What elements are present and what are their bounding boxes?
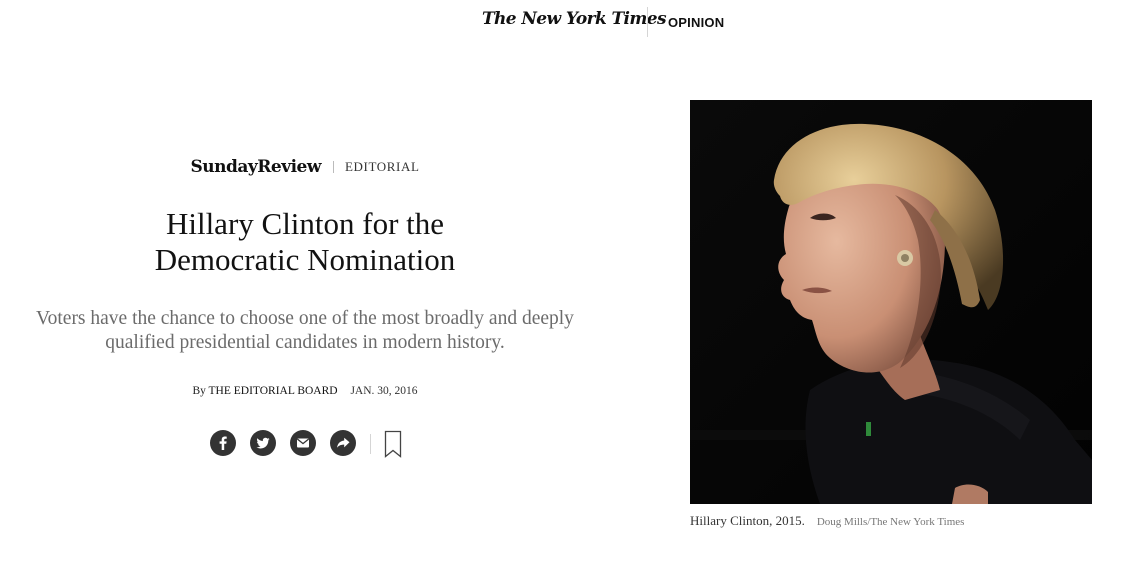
kicker-divider (333, 161, 335, 173)
bookmark-icon (384, 430, 402, 458)
sunday-review-link[interactable]: SundayReview (191, 157, 322, 177)
hillary-clinton-portrait (690, 100, 1092, 504)
article-photo[interactable] (690, 100, 1092, 504)
caption-text: Hillary Clinton, 2015. (690, 513, 805, 528)
twitter-share-button[interactable] (250, 430, 276, 456)
facebook-icon (219, 436, 227, 450)
article-headline: Hillary Clinton for the Democratic Nomin… (154, 206, 456, 277)
tools-divider (370, 434, 371, 454)
article-summary: Voters have the chance to choose one of … (36, 308, 574, 353)
save-article-button[interactable] (384, 430, 402, 458)
publish-date: JAN. 30, 2016 (350, 385, 418, 397)
byline-author-link[interactable]: THE EDITORIAL BOARD (209, 385, 338, 397)
email-share-button[interactable] (290, 430, 316, 456)
masthead-divider (647, 7, 648, 37)
photo-credit: Doug Mills/The New York Times (816, 516, 965, 528)
share-arrow-icon (337, 437, 350, 448)
byline-prefix: By (192, 385, 206, 397)
facebook-share-button[interactable] (210, 430, 236, 456)
nyt-logo[interactable]: The New York Times (482, 9, 667, 29)
article-kicker: SundayReview EDITORIAL (0, 157, 610, 177)
email-icon (296, 438, 310, 448)
photo-caption: Hillary Clinton, 2015. Doug Mills/The Ne… (690, 512, 1110, 530)
twitter-icon (256, 437, 270, 449)
more-share-button[interactable] (330, 430, 356, 456)
masthead: The New York Times OPINION (0, 7, 1142, 37)
editorial-label: EDITORIAL (345, 159, 420, 174)
section-opinion-link[interactable]: OPINION (668, 15, 724, 30)
byline: By THE EDITORIAL BOARD JAN. 30, 2016 (0, 385, 610, 397)
